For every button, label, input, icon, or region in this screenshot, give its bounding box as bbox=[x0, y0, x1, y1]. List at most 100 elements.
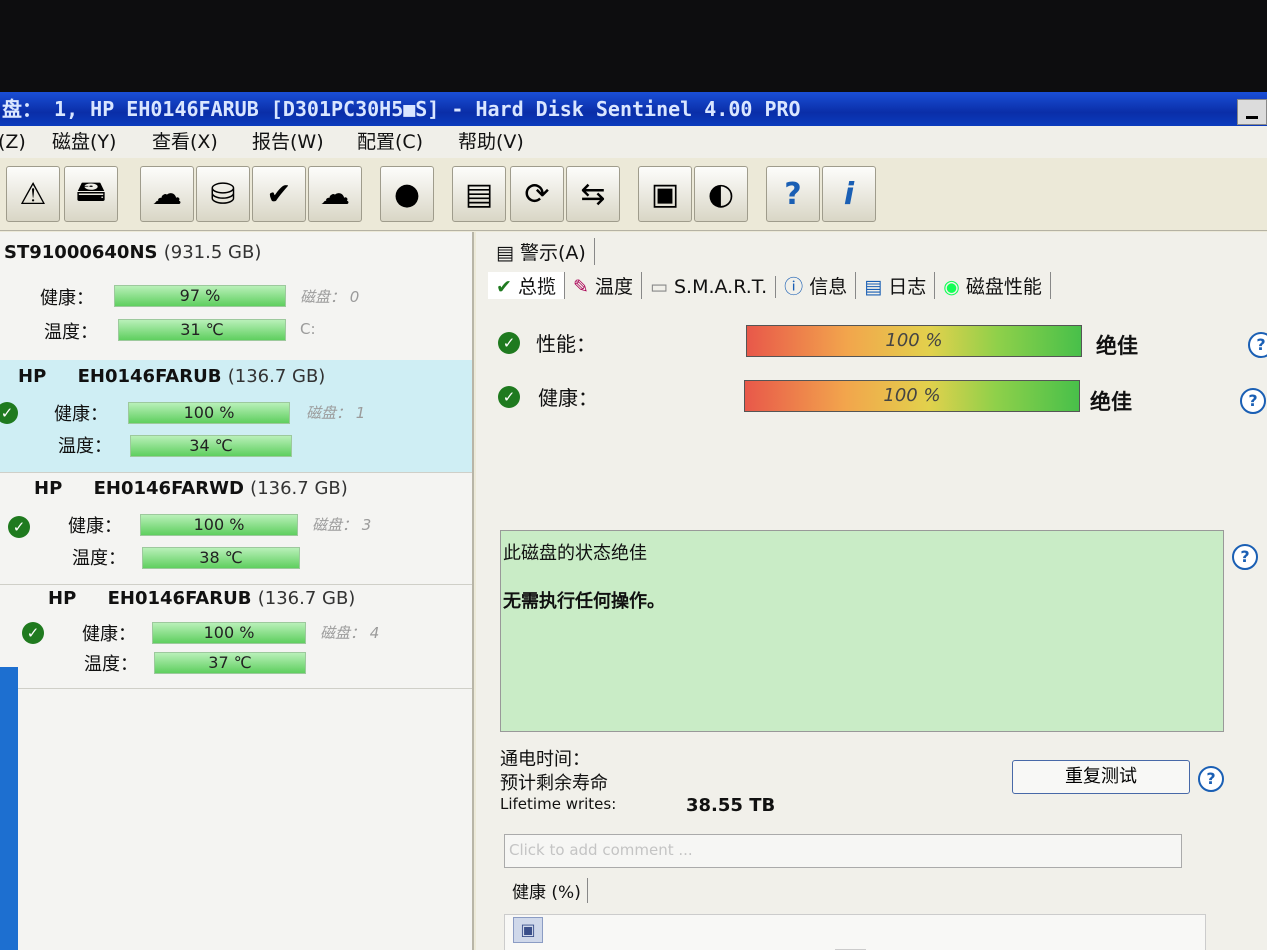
disk-list-item-0[interactable]: ST91000640NS (931.5 GB) 健康： 97 % 磁盘： 0 温… bbox=[0, 232, 472, 361]
health-chart-area: ▣ bbox=[504, 914, 1206, 950]
disk-icon[interactable]: 🖴 bbox=[64, 166, 118, 222]
toolbar: ⚠ 🖴 ☁ ⛁ ✔ ☁ ● ▤ ⟳ ⇆ ▣ ◐ ? i bbox=[0, 160, 1267, 231]
status-check-icon: ✓ bbox=[8, 516, 30, 538]
menu-config[interactable]: 配置(C) bbox=[357, 126, 423, 158]
temperature-bar: 38 ℃ bbox=[142, 547, 300, 569]
menu-bar: (Z) 磁盘(Y) 查看(X) 报告(W) 配置(C) 帮助(V) bbox=[0, 126, 1267, 158]
power-on-label: 通电时间： bbox=[500, 749, 590, 770]
app-window: 盘： 1, HP EH0146FARUB [D301PC30H5■S] - Ha… bbox=[0, 92, 1267, 950]
tab-info-label: 信息 bbox=[809, 276, 848, 298]
tab-health-chart[interactable]: 健康 (%) bbox=[512, 878, 588, 903]
document-icon[interactable]: ▤ bbox=[452, 166, 506, 222]
health-check-icon: ✓ bbox=[498, 386, 520, 408]
disk-number-label: 磁盘： 4 bbox=[320, 624, 380, 642]
disk-title: HP EH0146FARUB (136.7 GB) bbox=[48, 588, 355, 609]
lifetime-writes-value: 38.55 TB bbox=[686, 795, 776, 816]
disk-title: HP EH0146FARUB (136.7 GB) bbox=[18, 366, 325, 387]
tab-overview[interactable]: ✔ 总揽 bbox=[488, 272, 565, 299]
details-panel: ▤ 警示(A) ✔ 总揽 ✎ 温度 ▭ S.M.A.R.T. ⓘ 信息 ▤ 日志 ◉ 磁盘… bbox=[476, 232, 1267, 950]
temperature-bar: 37 ℃ bbox=[154, 652, 306, 674]
health-label: 健康： bbox=[54, 404, 108, 425]
menu-item-z[interactable]: (Z) bbox=[0, 126, 26, 158]
thermometer-icon: ✎ bbox=[572, 276, 589, 298]
status-description: 此磁盘的状态绝佳 无需执行任何操作。 bbox=[500, 530, 1224, 732]
performance-help-icon[interactable]: ? bbox=[1248, 332, 1267, 358]
tab-temperature[interactable]: ✎ 温度 bbox=[565, 272, 642, 299]
tab-log[interactable]: ▤ 日志 bbox=[856, 272, 936, 299]
disk-list-item-2[interactable]: HP EH0146FARWD (136.7 GB) ✓ 健康： 100 % 磁盘… bbox=[0, 472, 472, 585]
performance-label: 性能： bbox=[536, 332, 596, 356]
performance-rating: 绝佳 bbox=[1096, 334, 1138, 358]
disk-brand: HP bbox=[34, 478, 63, 499]
disk-model: EH0146FARUB bbox=[107, 588, 252, 609]
comment-input[interactable]: Click to add comment ... bbox=[504, 834, 1182, 868]
help-icon[interactable]: ? bbox=[766, 166, 820, 222]
tab-log-label: 日志 bbox=[888, 276, 927, 298]
disk-title: ST91000640NS (931.5 GB) bbox=[4, 242, 261, 263]
save-icon[interactable]: ▣ bbox=[513, 917, 543, 943]
drive-info-icon[interactable]: ⛁ bbox=[196, 166, 250, 222]
network-icon[interactable]: ⇆ bbox=[566, 166, 620, 222]
menu-disk[interactable]: 磁盘(Y) bbox=[52, 126, 116, 158]
health-label: 健康： bbox=[40, 288, 94, 309]
refresh-icon[interactable]: ⟳ bbox=[510, 166, 564, 222]
menu-report[interactable]: 报告(W) bbox=[252, 126, 324, 158]
health-rating: 绝佳 bbox=[1090, 390, 1132, 414]
warning-icon[interactable]: ⚠ bbox=[6, 166, 60, 222]
title-bar: 盘： 1, HP EH0146FARUB [D301PC30H5■S] - Ha… bbox=[0, 92, 1267, 126]
disk-model: EH0146FARWD bbox=[93, 478, 244, 499]
tab-smart[interactable]: ▭ S.M.A.R.T. bbox=[642, 276, 777, 298]
disk-capacity: (931.5 GB) bbox=[163, 242, 262, 263]
disk-list-item-1[interactable]: HP EH0146FARUB (136.7 GB) ✓ 健康： 100 % 磁盘… bbox=[0, 360, 472, 473]
tab-temperature-label: 温度 bbox=[594, 276, 633, 298]
health-bar: 100 % bbox=[140, 514, 298, 536]
drive-cloud-icon[interactable]: ☁ bbox=[140, 166, 194, 222]
health-help-icon[interactable]: ? bbox=[1240, 388, 1266, 414]
health-bar: 100 % bbox=[744, 380, 1080, 412]
minimize-button[interactable] bbox=[1237, 99, 1267, 125]
health-bar: 100 % bbox=[152, 622, 306, 644]
lifetime-writes-label: Lifetime writes: bbox=[500, 795, 617, 813]
disk-model: EH0146FARUB bbox=[77, 366, 222, 387]
menu-view[interactable]: 查看(X) bbox=[152, 126, 218, 158]
status-help-icon[interactable]: ? bbox=[1232, 544, 1258, 570]
status-check-icon: ✓ bbox=[22, 622, 44, 644]
disk-list-item-3[interactable]: HP EH0146FARUB (136.7 GB) ✓ 健康： 100 % 磁盘… bbox=[0, 584, 472, 689]
health-label: 健康： bbox=[68, 516, 122, 537]
disk-brand: HP bbox=[48, 588, 77, 609]
disk-number-label: 磁盘： 1 bbox=[306, 404, 366, 422]
tab-disk-performance[interactable]: ◉ 磁盘性能 bbox=[935, 272, 1051, 299]
drive-cloud-2-icon[interactable]: ☁ bbox=[308, 166, 362, 222]
alerts-tab-row: ▤ 警示(A) bbox=[488, 238, 595, 265]
tab-alerts-label: 警示(A) bbox=[520, 242, 586, 264]
drive-check-icon[interactable]: ✔ bbox=[252, 166, 306, 222]
tab-smart-label: S.M.A.R.T. bbox=[673, 276, 768, 298]
retest-button[interactable]: 重复测试 bbox=[1012, 760, 1190, 794]
temperature-label: 温度： bbox=[58, 436, 112, 457]
window-title: 盘： 1, HP EH0146FARUB [D301PC30H5■S] - Ha… bbox=[2, 97, 801, 121]
info-icon[interactable]: i bbox=[822, 166, 876, 222]
disk-capacity: (136.7 GB) bbox=[227, 366, 326, 387]
tab-alerts[interactable]: ▤ 警示(A) bbox=[488, 238, 595, 265]
volume-label: C: bbox=[300, 320, 316, 338]
speaker-icon[interactable]: ◐ bbox=[694, 166, 748, 222]
tab-info[interactable]: ⓘ 信息 bbox=[776, 272, 857, 299]
health-bar: 100 % bbox=[128, 402, 290, 424]
info-icon: ⓘ bbox=[784, 276, 804, 298]
health-label: 健康： bbox=[82, 624, 136, 645]
status-check-icon: ✓ bbox=[0, 402, 18, 424]
tab-performance-label: 磁盘性能 bbox=[965, 276, 1042, 298]
desktop-edge bbox=[0, 667, 18, 950]
retest-help-icon[interactable]: ? bbox=[1198, 766, 1224, 792]
tab-overview-label: 总揽 bbox=[517, 276, 556, 298]
menu-help[interactable]: 帮助(V) bbox=[458, 126, 524, 158]
terminal-icon[interactable]: ▣ bbox=[638, 166, 692, 222]
check-icon: ✔ bbox=[496, 276, 512, 298]
disk-list: ST91000640NS (931.5 GB) 健康： 97 % 磁盘： 0 温… bbox=[0, 232, 474, 950]
temperature-bar: 31 ℃ bbox=[118, 319, 286, 341]
temperature-label: 温度： bbox=[44, 322, 98, 343]
blob-icon[interactable]: ● bbox=[380, 166, 434, 222]
temperature-label: 温度： bbox=[84, 654, 138, 675]
temperature-label: 温度： bbox=[72, 548, 126, 569]
disk-number-label: 磁盘： 0 bbox=[300, 288, 360, 306]
